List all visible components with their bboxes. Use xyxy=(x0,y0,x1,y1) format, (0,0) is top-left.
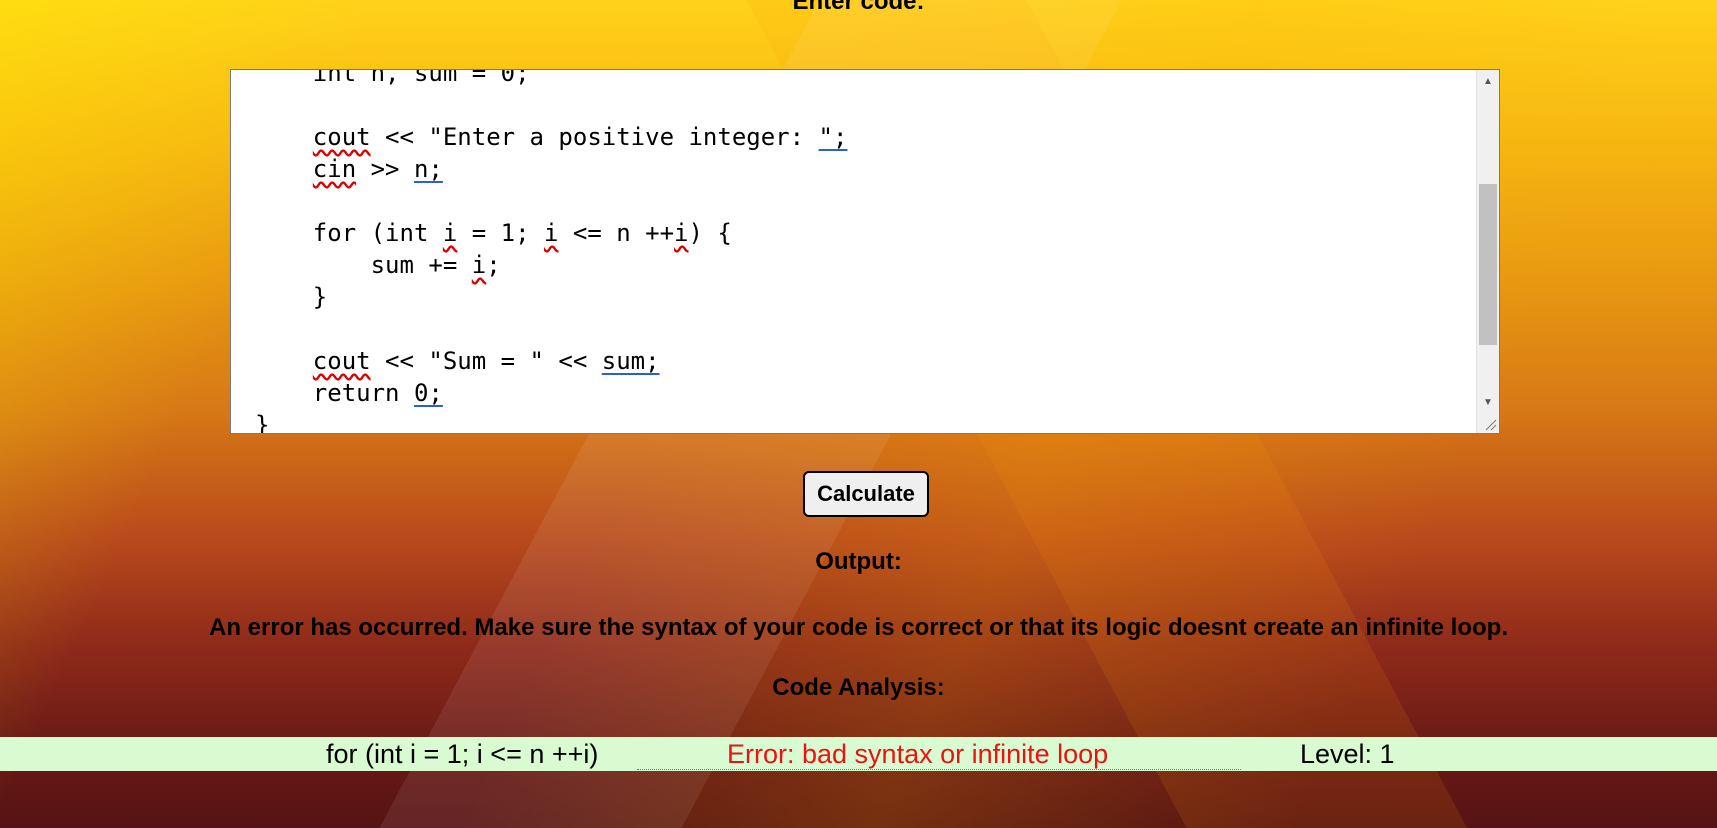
code-line: for (int i = 1; i <= n ++i) { xyxy=(255,219,732,247)
editor-scrollbar[interactable]: ▲ ▼ xyxy=(1476,70,1499,433)
code-line: int n, sum = 0; xyxy=(255,69,530,87)
page-heading: Enter code: xyxy=(792,0,925,15)
analysis-code: for (int i = 1; i <= n ++i) xyxy=(326,739,599,769)
divider xyxy=(637,769,1241,770)
code-line: return 0; xyxy=(255,379,443,407)
calculate-button[interactable]: Calculate xyxy=(803,471,929,517)
scroll-down-icon[interactable]: ▼ xyxy=(1477,391,1499,413)
code-line: cout << "Sum = " << sum; xyxy=(312,347,660,375)
output-label: Output: xyxy=(815,548,902,575)
code-line: } xyxy=(255,283,328,311)
analysis-error: Error: bad syntax or infinite loop xyxy=(727,739,1109,769)
code-analysis-label: Code Analysis: xyxy=(772,674,945,701)
code-text[interactable]: int n, sum = 0; cout << "Enter a positiv… xyxy=(255,69,848,434)
scroll-up-icon[interactable]: ▲ xyxy=(1477,70,1499,92)
error-message: An error has occurred. Make sure the syn… xyxy=(209,614,1508,641)
analysis-row: for (int i = 1; i <= n ++i) Error: bad s… xyxy=(0,737,1717,771)
code-line: } xyxy=(255,411,270,434)
code-editor[interactable]: int n, sum = 0; cout << "Enter a positiv… xyxy=(230,69,1500,434)
scrollbar-thumb[interactable] xyxy=(1479,184,1497,345)
analysis-level: Level: 1 xyxy=(1300,739,1395,769)
resize-grip-icon[interactable] xyxy=(1483,417,1497,431)
code-line: sum += i; xyxy=(255,251,501,279)
code-line: cin >> n; xyxy=(312,155,443,183)
code-line: cout << "Enter a positive integer: "; xyxy=(312,123,848,151)
